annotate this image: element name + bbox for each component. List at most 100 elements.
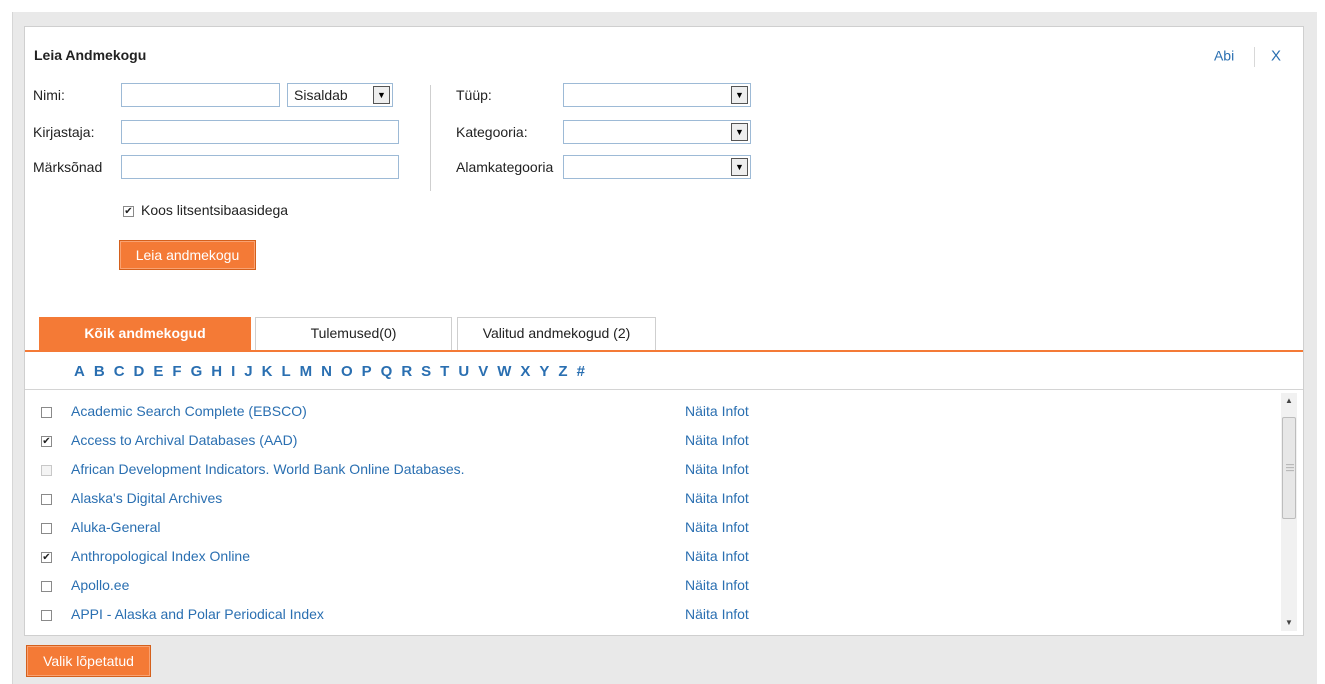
alphabet-letter[interactable]: Y — [539, 363, 549, 380]
alphabet-letter[interactable]: H — [211, 363, 222, 380]
database-checkbox[interactable]: ✔ — [41, 436, 52, 447]
tab-results[interactable]: Tulemused(0) — [255, 317, 452, 350]
chevron-down-icon: ▼ — [731, 158, 748, 176]
scroll-thumb[interactable]: — — — — [1282, 417, 1296, 519]
alphabet-letter[interactable]: C — [114, 363, 125, 380]
name-input[interactable] — [121, 83, 280, 107]
alphabet-letter[interactable]: D — [134, 363, 145, 380]
top-fade — [0, 0, 1325, 12]
alphabet-letter[interactable]: T — [440, 363, 449, 380]
author-label: Kirjastaja: — [33, 124, 95, 140]
alphabet-letter[interactable]: N — [321, 363, 332, 380]
database-checkbox[interactable] — [41, 523, 52, 534]
database-row: African Development Indicators. World Ba… — [25, 456, 1265, 484]
database-name-link[interactable]: African Development Indicators. World Ba… — [71, 461, 465, 477]
selection-done-button[interactable]: Valik lõpetatud — [26, 645, 151, 677]
database-row: Academic Search Complete (EBSCO) Näita In… — [25, 398, 1265, 426]
database-checkbox — [41, 465, 52, 476]
chevron-down-icon: ▼ — [373, 86, 390, 104]
database-name-link[interactable]: Anthropological Index Online — [71, 548, 250, 564]
list-divider — [25, 389, 1303, 390]
database-row: ✔ Access to Archival Databases (AAD) Näita… — [25, 427, 1265, 455]
database-name-link[interactable]: Alaska's Digital Archives — [71, 490, 222, 506]
alphabet-letter[interactable]: K — [262, 363, 273, 380]
alphabet-letter[interactable]: Z — [558, 363, 567, 380]
help-link[interactable]: Abi — [1214, 48, 1234, 64]
tab-underline — [25, 350, 1303, 352]
alphabet-letter[interactable]: L — [281, 363, 290, 380]
tab-selected-databases[interactable]: Valitud andmekogud (2) — [457, 317, 656, 350]
database-row: Apollo.ee Näita Infot — [25, 572, 1265, 600]
chevron-down-icon: ▼ — [731, 86, 748, 104]
database-row: Aluka-General Näita Infot — [25, 514, 1265, 542]
search-database-button[interactable]: Leia andmekogu — [119, 240, 256, 270]
database-row: Alaska's Digital Archives Näita Infot — [25, 485, 1265, 513]
show-info-link[interactable]: Näita Infot — [685, 432, 749, 448]
alphabet-letter[interactable]: J — [244, 363, 252, 380]
database-checkbox[interactable] — [41, 610, 52, 621]
database-checkbox[interactable] — [41, 494, 52, 505]
show-info-link[interactable]: Näita Infot — [685, 577, 749, 593]
dialog-top-links: Abi X — [1214, 47, 1281, 67]
alphabet-letter[interactable]: I — [231, 363, 235, 380]
subcategory-select[interactable]: ▼ — [563, 155, 751, 179]
alphabet-letter[interactable]: M — [300, 363, 313, 380]
alphabet-letter[interactable]: # — [577, 363, 585, 380]
show-info-link[interactable]: Näita Infot — [685, 519, 749, 535]
close-link[interactable]: X — [1271, 48, 1281, 65]
alphabet-letter[interactable]: A — [74, 363, 85, 380]
alphabet-letter[interactable]: F — [172, 363, 181, 380]
type-select[interactable]: ▼ — [563, 83, 751, 107]
show-info-link[interactable]: Näita Infot — [685, 490, 749, 506]
author-input[interactable] — [121, 120, 399, 144]
tab-all-databases[interactable]: Kõik andmekogud — [39, 317, 251, 350]
database-checkbox[interactable] — [41, 407, 52, 418]
list-scrollbar[interactable]: ▲ — — — ▼ — [1281, 393, 1297, 631]
keywords-label: Märksõnad — [33, 159, 103, 175]
name-label: Nimi: — [33, 87, 65, 103]
category-label: Kategooria: — [456, 124, 528, 140]
keywords-input[interactable] — [121, 155, 399, 179]
match-type-select[interactable]: Sisaldab ▼ — [287, 83, 393, 107]
scroll-up-icon[interactable]: ▲ — [1281, 393, 1297, 409]
scroll-down-icon[interactable]: ▼ — [1281, 615, 1297, 631]
database-name-link[interactable]: Aluka-General — [71, 519, 161, 535]
alphabet-letter[interactable]: W — [497, 363, 511, 380]
alphabet-letter[interactable]: X — [520, 363, 530, 380]
database-name-link[interactable]: APPI - Alaska and Polar Periodical Index — [71, 606, 324, 622]
database-checkbox[interactable]: ✔ — [41, 552, 52, 563]
type-label: Tüüp: — [456, 87, 492, 103]
database-row: ✔ Anthropological Index Online Näita Infot — [25, 543, 1265, 571]
show-info-link[interactable]: Näita Infot — [685, 461, 749, 477]
alphabet-letter[interactable]: O — [341, 363, 353, 380]
category-select[interactable]: ▼ — [563, 120, 751, 144]
alphabet-letter[interactable]: S — [421, 363, 431, 380]
licensed-checkbox[interactable]: ✔ — [123, 206, 134, 217]
chevron-down-icon: ▼ — [731, 123, 748, 141]
alphabet-letter[interactable]: G — [191, 363, 203, 380]
alphabet-letter[interactable]: Q — [381, 363, 393, 380]
alphabet-letter[interactable]: V — [478, 363, 488, 380]
alphabet-letter[interactable]: B — [94, 363, 105, 380]
database-row: APPI - Alaska and Polar Periodical Index… — [25, 601, 1265, 629]
database-name-link[interactable]: Apollo.ee — [71, 577, 129, 593]
licensed-checkbox-label: Koos litsentsibaasidega — [141, 202, 289, 218]
dialog-title: Leia Andmekogu — [34, 47, 147, 63]
database-name-link[interactable]: Academic Search Complete (EBSCO) — [71, 403, 307, 419]
subcategory-label: Alamkategooria — [456, 159, 554, 175]
grip-icon: — — — — [1286, 460, 1294, 475]
alphabet-filter: A B C D E F G H I J K L M N O P Q R S T U V W X Y Z # — [74, 363, 594, 380]
show-info-link[interactable]: Näita Infot — [685, 548, 749, 564]
column-divider — [430, 85, 431, 191]
link-separator — [1254, 47, 1256, 67]
match-type-value: Sisaldab — [294, 87, 348, 103]
alphabet-letter[interactable]: U — [458, 363, 469, 380]
database-name-link[interactable]: Access to Archival Databases (AAD) — [71, 432, 297, 448]
show-info-link[interactable]: Näita Infot — [685, 606, 749, 622]
find-database-dialog: Leia Andmekogu Abi X Nimi: Sisaldab ▼ Ki… — [24, 26, 1304, 636]
alphabet-letter[interactable]: E — [153, 363, 163, 380]
alphabet-letter[interactable]: R — [401, 363, 412, 380]
alphabet-letter[interactable]: P — [362, 363, 372, 380]
show-info-link[interactable]: Näita Infot — [685, 403, 749, 419]
database-checkbox[interactable] — [41, 581, 52, 592]
